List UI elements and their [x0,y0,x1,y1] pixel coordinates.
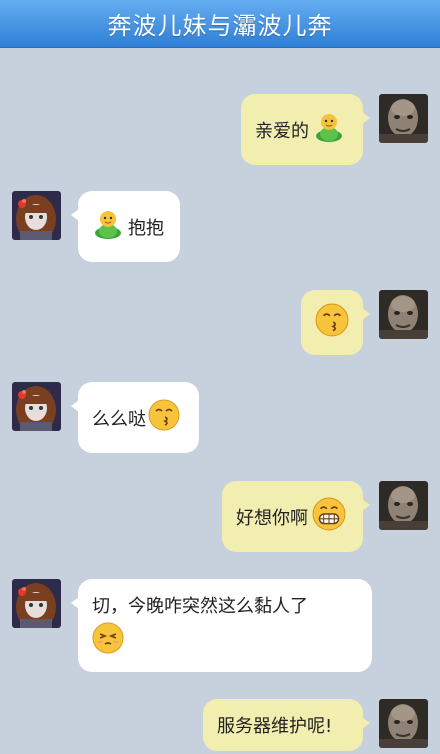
chat-header: 奔波儿妹与灞波儿奔 [0,0,440,48]
avatar-self[interactable] [379,94,428,143]
message-bubble[interactable] [301,290,370,355]
message-bubble[interactable]: 么么哒 [71,382,199,453]
avatar-self[interactable] [379,699,428,748]
message-bubble[interactable]: 亲爱的 [241,94,370,165]
avatar-contact[interactable] [12,191,61,240]
squint-face-icon [92,622,124,659]
green-doll-icon [92,208,124,245]
message-bubble[interactable]: 服务器维护呢! [203,699,370,751]
avatar-contact[interactable] [12,382,61,431]
grin-face-icon [312,497,346,536]
message-text: 么么哒 [92,408,146,430]
kiss-face-icon [315,303,349,342]
avatar-self[interactable] [379,481,428,530]
chat-title: 奔波儿妹与灞波儿奔 [107,12,333,40]
message-text: 切，今晚咋突然这么黏人了 [92,596,308,617]
message-text: 亲爱的 [255,120,309,142]
avatar-self[interactable] [379,290,428,339]
green-doll-icon [313,111,345,148]
message-bubble[interactable]: 切，今晚咋突然这么黏人了 [71,579,372,672]
message-text: 抱抱 [128,217,164,239]
kiss-face-icon [148,399,180,436]
message-bubble[interactable]: 好想你啊 [222,481,370,552]
avatar-contact[interactable] [12,579,61,628]
message-text: 服务器维护呢! [217,716,333,737]
message-bubble[interactable]: 抱抱 [71,191,180,262]
message-text: 好想你啊 [236,507,308,529]
